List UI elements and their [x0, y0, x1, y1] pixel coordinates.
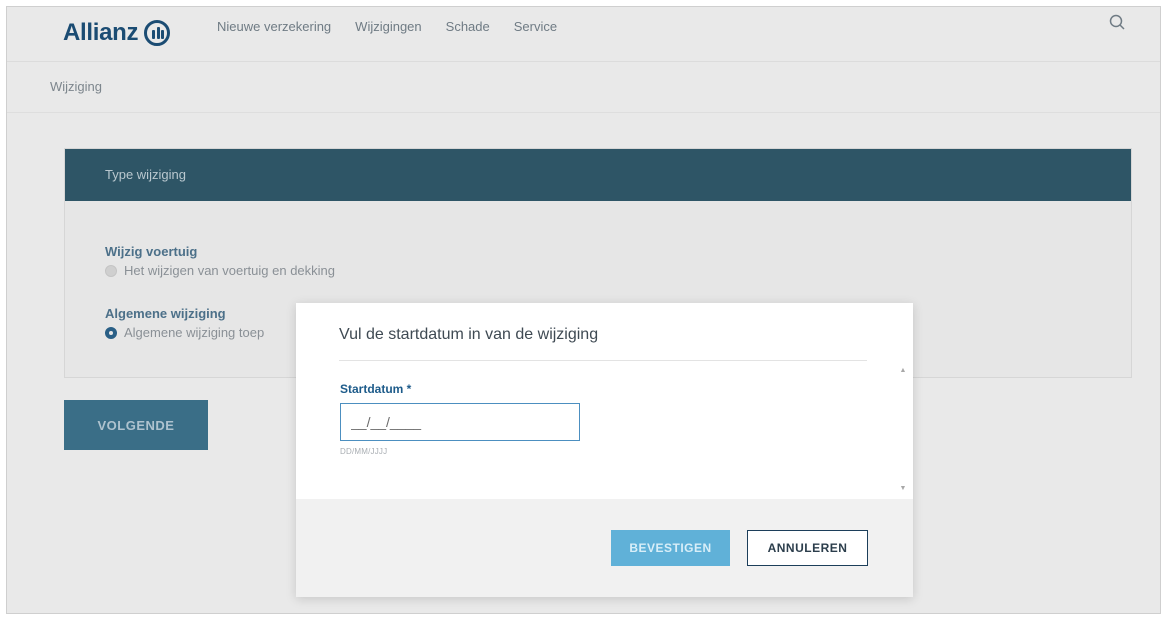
group-title-wijzig-voertuig: Wijzig voertuig — [105, 244, 198, 259]
dialog-body: Startdatum * DD/MM/JJJJ ▲ ▼ — [296, 361, 913, 499]
group-title-algemene-wijziging: Algemene wijziging — [105, 306, 226, 321]
date-format-hint: DD/MM/JJJJ — [340, 447, 388, 456]
annuleren-button[interactable]: ANNULEREN — [747, 530, 868, 566]
dialog-footer: BEVESTIGEN ANNULEREN — [296, 499, 913, 597]
startdatum-dialog: Vul de startdatum in van de wijziging St… — [296, 303, 913, 597]
top-header: Allianz Nieuwe verzekering Wijzigingen S… — [7, 7, 1160, 62]
browser-viewport: Allianz Nieuwe verzekering Wijzigingen S… — [6, 6, 1161, 614]
scroll-up-arrow-icon[interactable]: ▲ — [899, 367, 907, 375]
radio-option-voertuig[interactable]: Het wijzigen van voertuig en dekking — [105, 263, 335, 278]
breadcrumb-item-wijziging: Wijziging — [50, 79, 103, 94]
breadcrumb: Wijziging — [7, 62, 1160, 113]
scroll-down-arrow-icon[interactable]: ▼ — [899, 485, 907, 493]
next-button[interactable]: VOLGENDE — [64, 400, 208, 450]
nav-item-nieuwe-verzekering[interactable]: Nieuwe verzekering — [217, 19, 331, 34]
nav-item-wijzigingen[interactable]: Wijzigingen — [355, 19, 421, 34]
search-icon[interactable] — [1108, 14, 1126, 32]
nav-item-schade[interactable]: Schade — [446, 19, 490, 34]
radio-label: Het wijzigen van voertuig en dekking — [124, 263, 336, 278]
allianz-logo[interactable]: Allianz — [63, 17, 171, 49]
dialog-title: Vul de startdatum in van de wijziging — [339, 326, 599, 343]
startdatum-input[interactable] — [340, 403, 580, 441]
radio-label: Algemene wijziging toep — [124, 325, 265, 340]
nav-item-service[interactable]: Service — [514, 19, 557, 34]
startdatum-label: Startdatum * — [340, 382, 412, 396]
radio-selected-icon[interactable] — [105, 326, 117, 339]
allianz-eagle-icon — [144, 20, 171, 46]
logo-text: Allianz — [63, 19, 139, 46]
card-title: Type wijziging — [65, 149, 1131, 201]
bevestigen-button[interactable]: BEVESTIGEN — [611, 530, 730, 566]
main-nav: Nieuwe verzekering Wijzigingen Schade Se… — [217, 19, 581, 34]
radio-unselected-icon[interactable] — [105, 264, 117, 277]
radio-option-algemene[interactable]: Algemene wijziging toep — [105, 325, 264, 340]
